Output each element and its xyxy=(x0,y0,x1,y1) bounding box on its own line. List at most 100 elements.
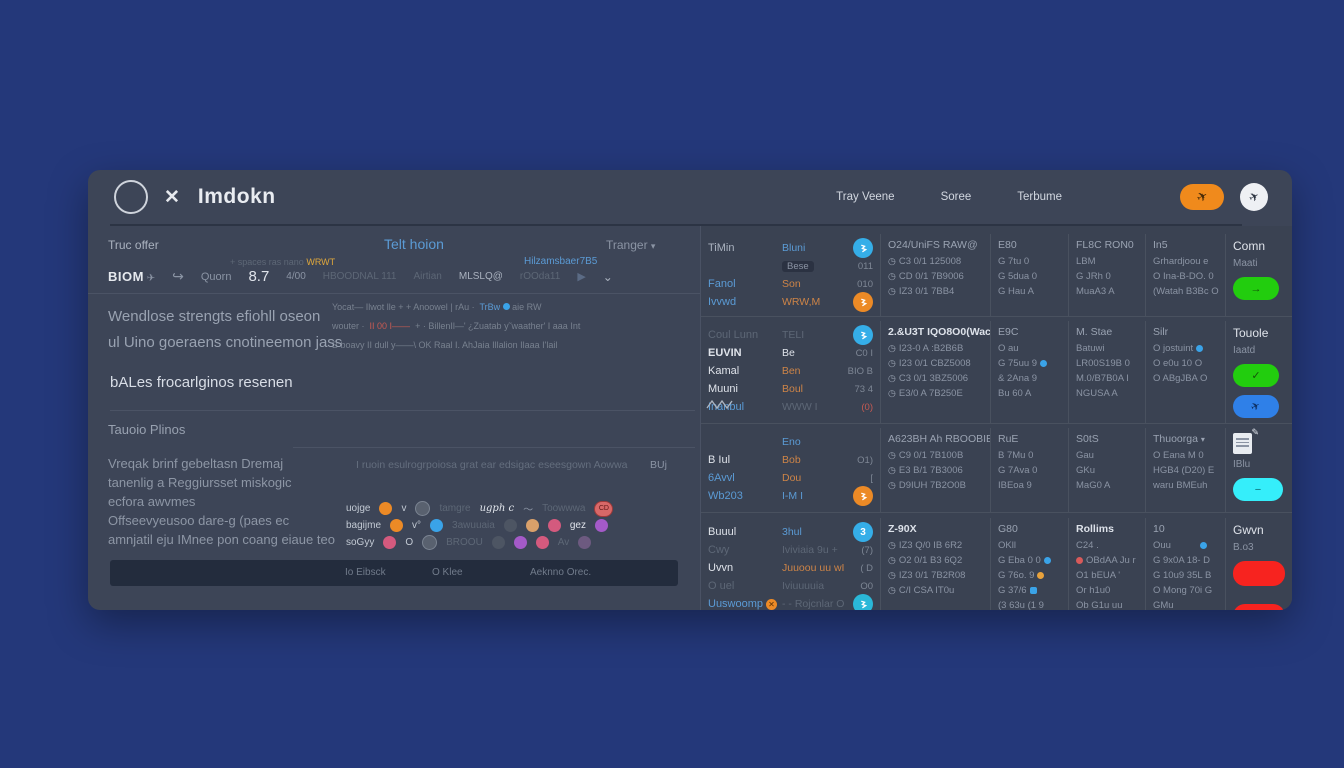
sub-heading: Tauoio Plinos xyxy=(108,422,185,437)
wave-icon: 〜 xyxy=(523,501,533,516)
purple-faint-dot-icon[interactable] xyxy=(578,536,591,549)
arrow-right-icon: → xyxy=(1251,283,1262,295)
person-icon xyxy=(853,594,873,610)
table-row-block-4: Buuul 3hul 3 Cwy Iviviaia 9u + (7) Uvvn … xyxy=(701,513,1292,610)
clock-icon: ◷ xyxy=(888,478,896,493)
faint-dot-icon[interactable] xyxy=(504,519,517,532)
flight-faint1: HBOODNAL 111 xyxy=(323,271,397,282)
tan-dot-icon[interactable] xyxy=(526,519,539,532)
header-orange-button[interactable]: ✈ xyxy=(1180,184,1224,210)
small-note: + spaces ras nano WRWT xyxy=(230,257,335,267)
table-row-block-3: Eno B Iul Bob O1) 6Avvl Dou [ Wb203 I-M … xyxy=(701,424,1292,513)
pink-dot-icon[interactable] xyxy=(383,536,396,549)
left-section: Truc offer Telt hoion Tranger ▾ + spaces… xyxy=(88,226,700,610)
dark-dot-icon[interactable] xyxy=(415,501,430,516)
red-badge-icon[interactable]: CD xyxy=(594,501,613,517)
blue-dot-icon[interactable] xyxy=(430,519,443,532)
orange-dot-icon[interactable] xyxy=(379,502,392,515)
blue-dot-icon xyxy=(1196,345,1203,352)
pen-icon: ✎ xyxy=(1251,428,1259,438)
purple-dot-icon[interactable] xyxy=(595,519,608,532)
nav-item-2[interactable]: Soree xyxy=(941,191,972,203)
person-icon xyxy=(853,292,873,312)
plane-icon: ✈ xyxy=(1249,399,1263,415)
flight-frac: 4/00 xyxy=(286,271,305,282)
pink-dot-icon[interactable] xyxy=(536,536,549,549)
mini-row-1: Yocat— Ilwot lle + + Anoowel | rAu · TrB… xyxy=(332,298,580,317)
small-link[interactable]: Hilzamsbaer7B5 xyxy=(524,256,597,267)
send-button[interactable]: ✈ xyxy=(1233,395,1279,418)
nav-item-1[interactable]: Tray Veene xyxy=(836,191,894,203)
paragraph: Vreqak brinf gebeltasn Dremaj tanenlig a… xyxy=(108,454,335,549)
people-cell: Eno B Iul Bob O1) 6Avvl Dou [ Wb203 I-M … xyxy=(701,428,881,512)
cancel-button[interactable] xyxy=(1233,561,1285,586)
clock-icon: ◷ xyxy=(888,341,896,356)
clock-icon: ◷ xyxy=(888,356,896,371)
expand-chevron-icon[interactable]: ⌄ xyxy=(603,270,613,284)
confirm-button[interactable]: → xyxy=(1233,277,1279,300)
person-icon xyxy=(853,325,873,345)
tag-rows: uojge v tamgre ugph c 〜 Toowwwa CD bagij… xyxy=(346,500,613,551)
desktop-background: ✕ Imdokn Tray Veene Soree Terbume ✈ ✈ Tr… xyxy=(0,0,1344,768)
nav-item-3[interactable]: Terbume xyxy=(1017,191,1062,203)
action-cell: Touole Iaatd ✓ ✈ xyxy=(1226,321,1292,423)
clipboard-icon: ✎ xyxy=(1233,433,1252,454)
blue-dot-icon xyxy=(1200,542,1207,549)
stat-cell: E9C O au G 75uu 9 & 2Ana 9 Bu 60 A xyxy=(991,321,1069,423)
people-cell: Buuul 3hul 3 Cwy Iviviaia 9u + (7) Uvvn … xyxy=(701,518,881,610)
center-link[interactable]: Telt hoion xyxy=(384,236,444,252)
play-icon[interactable]: ▶ xyxy=(577,270,585,283)
stat-cell: FL8C RON0 LBM G JRh 0 MuaA3 A xyxy=(1069,234,1146,316)
divider-3 xyxy=(293,447,695,448)
orange-dot-icon xyxy=(1037,572,1044,579)
purple-dot-icon[interactable] xyxy=(514,536,527,549)
mini-row-2: wouter · II 00 I—— + · BillenIl—' ¿Zuata… xyxy=(332,317,580,336)
flight-score: 8.7 xyxy=(248,268,269,285)
pink-dot-icon[interactable] xyxy=(548,519,561,532)
flight-item1: Quorn xyxy=(201,271,232,283)
chevron-down-icon[interactable]: ▾ xyxy=(1201,435,1205,444)
people-cell: TiMin Bluni Bese 011 Fanol Son 010 Ivvwd… xyxy=(701,234,881,316)
zigzag-icon xyxy=(705,398,735,410)
action-cell: Gwvn B.o3 → xyxy=(1226,518,1292,610)
log-cell: 2.&U3T IQO8O0(Wac ◷I23-0 A :B2B6B ◷I23 0… xyxy=(881,321,991,423)
logo-circle-icon xyxy=(114,180,148,214)
blue-dot-icon xyxy=(503,303,510,310)
log-cell: Z-90X ◷IZ3 Q/0 IB 6R2 ◷O2 0/1 B3 6Q2 ◷IZ… xyxy=(881,518,991,610)
header-circle-button[interactable]: ✈ xyxy=(1240,183,1268,211)
remove-button[interactable]: − xyxy=(1233,478,1283,501)
stat-cell: 10 Ouu G 9x0A 18- D G 10u9 35L B O Mong … xyxy=(1146,518,1226,610)
flight-row: BIOM ✈ ↪ Quorn 8.7 4/00 HBOODNAL 111 Air… xyxy=(108,268,613,285)
footer-item-1[interactable]: Io Eibsck xyxy=(345,567,386,578)
stat-cell: M. Stae Batuwi LR00S19B 0 M.0/B7B0A I NG… xyxy=(1069,321,1146,423)
mini-row-3: B boavy II dull y——\ OK Raal I. AhJaia I… xyxy=(332,336,580,355)
clock-icon: ◷ xyxy=(888,269,896,284)
blue-dot-icon xyxy=(1044,557,1051,564)
footer-item-2[interactable]: O Klee xyxy=(432,567,463,578)
reject-button[interactable]: → xyxy=(1233,604,1285,610)
clock-icon: ◷ xyxy=(888,371,896,386)
footer-item-3[interactable]: Aeknno Orec. xyxy=(530,567,591,578)
header-nav: Tray Veene Soree Terbume xyxy=(836,191,1062,203)
app-header: ✕ Imdokn Tray Veene Soree Terbume ✈ ✈ xyxy=(88,170,1292,224)
clock-icon: ◷ xyxy=(888,583,896,598)
tag-row-1: uojge v tamgre ugph c 〜 Toowwwa CD xyxy=(346,500,613,517)
divider-1 xyxy=(88,293,700,294)
dark-dot-icon[interactable] xyxy=(422,535,437,550)
stat-cell: RuE B 7Mu 0 G 7Ava 0 IBEoa 9 xyxy=(991,428,1069,512)
left-footer-bar: Io Eibsck O Klee Aeknno Orec. xyxy=(110,560,678,586)
close-icon[interactable]: ✕ xyxy=(766,599,777,610)
orange-dot-icon[interactable] xyxy=(390,519,403,532)
clock-icon: ◷ xyxy=(888,538,896,553)
sort-dropdown[interactable]: Tranger ▾ xyxy=(606,238,655,252)
faint-dot-icon[interactable] xyxy=(492,536,505,549)
blue-square-icon xyxy=(1030,587,1037,594)
action-cell: ✎ IBlu − xyxy=(1226,428,1292,512)
clock-icon: ◷ xyxy=(888,568,896,583)
logo-x-icon: ✕ xyxy=(164,186,180,209)
divider-2 xyxy=(110,410,695,411)
desc-line-1: Wendlose strengts efiohll oseon xyxy=(108,308,320,325)
stat-cell: S0tS Gau GKu MaG0 A xyxy=(1069,428,1146,512)
log-cell: A623BH Ah RBOOBIB ◷C9 0/1 7B100B ◷E3 B/1… xyxy=(881,428,991,512)
accept-button[interactable]: ✓ xyxy=(1233,364,1279,387)
